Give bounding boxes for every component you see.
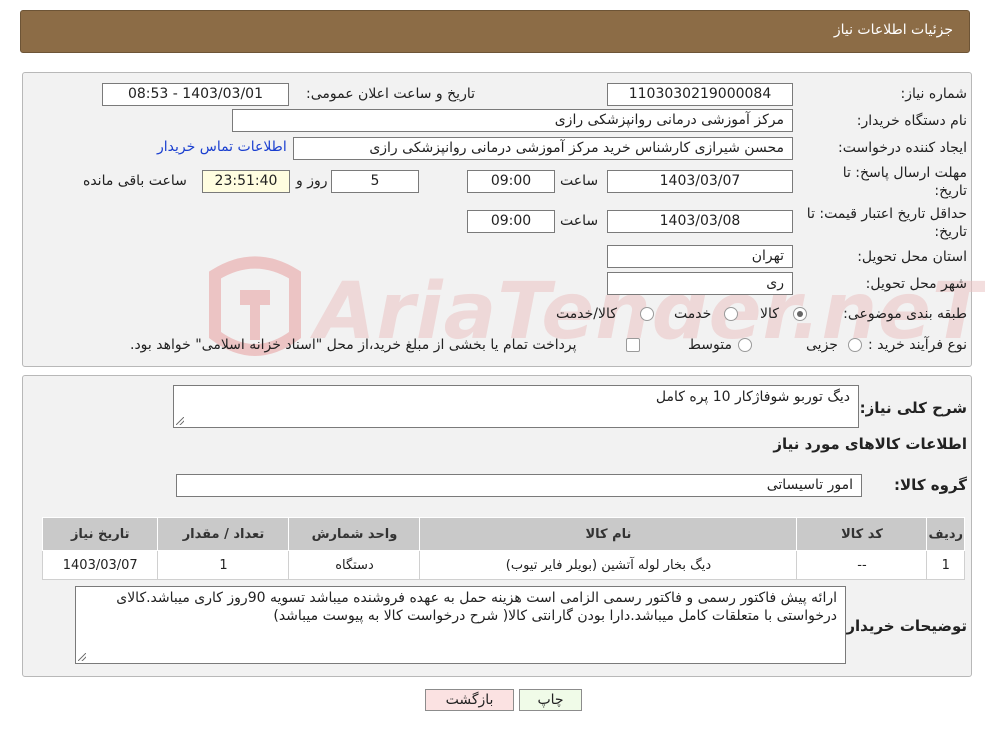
remaining-time-label: ساعت باقی مانده xyxy=(83,173,187,189)
reply-days-field[interactable]: 5 xyxy=(331,170,419,193)
page-header: جزئیات اطلاعات نیاز xyxy=(20,10,970,53)
reply-deadline-time-label: ساعت xyxy=(560,173,599,189)
col-unit: واحد شمارش xyxy=(288,517,421,551)
category-label: طبقه بندی موضوعی: xyxy=(843,306,967,322)
announce-datetime-field[interactable]: 1403/03/01 - 08:53 xyxy=(102,83,289,106)
col-row-number: ردیف xyxy=(926,517,965,551)
reply-days-label: روز و xyxy=(296,173,328,189)
col-quantity: تعداد / مقدار xyxy=(157,517,290,551)
cell-unit: دستگاه xyxy=(288,550,421,580)
resize-handle-icon[interactable] xyxy=(176,417,184,425)
process-radio-minor[interactable] xyxy=(848,338,862,352)
items-section-title: اطلاعات کالاهای مورد نیاز xyxy=(773,435,967,453)
process-option-minor: جزیی xyxy=(806,337,838,353)
cell-item-code: -- xyxy=(796,550,928,580)
city-label: شهر محل تحویل: xyxy=(865,276,967,292)
process-option-medium: متوسط xyxy=(688,337,732,353)
reply-deadline-time-field[interactable]: 09:00 xyxy=(467,170,555,193)
back-button[interactable]: بازگشت xyxy=(425,689,514,711)
cell-need-date: 1403/03/07 xyxy=(41,550,159,580)
reply-deadline-label-line2: تاریخ: xyxy=(934,183,967,199)
cell-row-number: 1 xyxy=(926,550,965,580)
need-number-label: شماره نیاز: xyxy=(900,86,968,102)
reply-deadline-label: مهلت ارسال پاسخ: تا xyxy=(842,165,967,181)
cell-quantity: 1 xyxy=(157,550,290,580)
announce-datetime-label: تاریخ و ساعت اعلان عمومی: xyxy=(306,86,475,102)
col-item-code: کد کالا xyxy=(796,517,928,551)
buyer-notes-label: توضیحات خریدار: xyxy=(840,617,967,635)
buyer-contact-link[interactable]: اطلاعات تماس خریدار xyxy=(157,139,287,155)
category-radio-goods[interactable] xyxy=(793,307,807,321)
summary-textarea[interactable]: دیگ توربو شوفاژکار 10 پره کامل xyxy=(173,385,859,428)
requester-field[interactable]: محسن شیرازی کارشناس خرید مرکز آموزشی درم… xyxy=(293,137,793,160)
page-title: جزئیات اطلاعات نیاز xyxy=(833,22,953,38)
buyer-org-field[interactable]: مرکز آموزشی درمانی روانپزشکی رازی xyxy=(232,109,793,132)
col-item-name: نام کالا xyxy=(419,517,798,551)
requester-label: ایجاد کننده درخواست: xyxy=(838,140,967,156)
category-radio-goods-service[interactable] xyxy=(640,307,654,321)
province-field[interactable]: تهران xyxy=(607,245,793,268)
summary-value: دیگ توربو شوفاژکار 10 پره کامل xyxy=(655,389,850,405)
price-validity-date-field[interactable]: 1403/03/08 xyxy=(607,210,793,233)
goods-group-label: گروه کالا: xyxy=(894,476,967,494)
print-button[interactable]: چاپ xyxy=(519,689,582,711)
reply-deadline-date-field[interactable]: 1403/03/07 xyxy=(607,170,793,193)
price-validity-label-line2: تاریخ: xyxy=(934,224,967,240)
buyer-notes-value: ارائه پیش فاکتور رسمی و فاکتور رسمی الزا… xyxy=(116,590,837,624)
category-option-goods: کالا xyxy=(760,306,779,322)
category-radio-service[interactable] xyxy=(724,307,738,321)
price-validity-time-label: ساعت xyxy=(560,213,599,229)
goods-group-field[interactable]: امور تاسیساتی xyxy=(176,474,862,497)
summary-label: شرح کلی نیاز: xyxy=(859,399,967,417)
col-need-date: تاریخ نیاز xyxy=(41,517,159,551)
treasury-checkbox[interactable] xyxy=(626,338,640,352)
buyer-org-label: نام دستگاه خریدار: xyxy=(856,113,967,129)
category-option-goods-service: کالا/خدمت xyxy=(556,306,617,322)
price-validity-label: حداقل تاریخ اعتبار قیمت: تا xyxy=(806,206,967,222)
city-field[interactable]: ری xyxy=(607,272,793,295)
province-label: استان محل تحویل: xyxy=(857,249,967,265)
process-type-label: نوع فرآیند خرید : xyxy=(868,337,967,353)
items-table: ردیف کد کالا نام کالا واحد شمارش تعداد /… xyxy=(41,517,965,580)
process-radio-medium[interactable] xyxy=(738,338,752,352)
price-validity-time-field[interactable]: 09:00 xyxy=(467,210,555,233)
items-table-header-row: ردیف کد کالا نام کالا واحد شمارش تعداد /… xyxy=(41,517,965,551)
treasury-note: پرداخت تمام یا بخشی از مبلغ خرید،از محل … xyxy=(130,337,577,353)
category-option-service: خدمت xyxy=(674,306,712,322)
buyer-notes-textarea[interactable]: ارائه پیش فاکتور رسمی و فاکتور رسمی الزا… xyxy=(75,586,846,664)
need-number-field[interactable]: 1103030219000084 xyxy=(607,83,793,106)
cell-item-name: دیگ بخار لوله آتشین (بویلر فایر تیوب) xyxy=(419,550,798,580)
resize-handle-icon[interactable] xyxy=(78,653,86,661)
table-row: 1 -- دیگ بخار لوله آتشین (بویلر فایر تیو… xyxy=(41,550,965,580)
remaining-time-field: 23:51:40 xyxy=(202,170,290,193)
